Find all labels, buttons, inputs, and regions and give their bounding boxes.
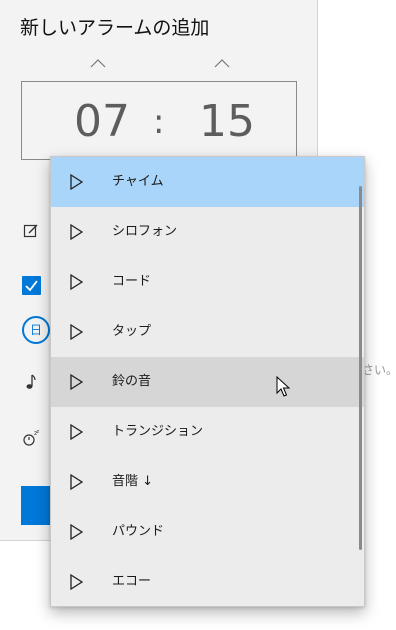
sound-option-label: タップ <box>112 324 152 339</box>
time-picker[interactable]: 07 : 15 <box>21 81 297 160</box>
day-chip-sunday[interactable]: 日 <box>22 316 50 344</box>
minute-up-chevron-icon[interactable] <box>214 58 230 68</box>
dropdown-scrollbar[interactable] <box>359 186 362 550</box>
hour-value[interactable]: 07 <box>74 96 130 147</box>
repeat-checkbox[interactable] <box>22 276 41 295</box>
snooze-icon: z z <box>23 429 40 446</box>
play-icon[interactable] <box>69 524 83 540</box>
mouse-cursor-icon <box>276 376 290 397</box>
sound-option[interactable]: パウンド <box>51 507 364 557</box>
play-icon[interactable] <box>69 474 83 490</box>
sound-option-label: エコー <box>112 574 152 589</box>
edit-icon <box>23 224 38 238</box>
svg-text:z: z <box>37 429 40 435</box>
sound-option[interactable]: タップ <box>51 307 364 357</box>
sound-option[interactable]: チャイム <box>51 157 364 207</box>
sound-option-label: トランジション <box>112 424 204 439</box>
play-icon[interactable] <box>69 574 83 590</box>
save-button[interactable] <box>21 486 51 525</box>
music-note-icon <box>26 374 36 389</box>
sound-option[interactable]: コード <box>51 257 364 307</box>
minute-value[interactable]: 15 <box>199 96 255 147</box>
play-icon[interactable] <box>69 324 83 340</box>
dialog-title: 新しいアラームの追加 <box>20 17 210 39</box>
play-icon[interactable] <box>69 374 83 390</box>
alarm-sound-dropdown[interactable]: チャイムシロフォンコードタップ鈴の音トランジション 音階 ↓ パウンドエコー <box>50 156 365 607</box>
time-separator: : <box>153 102 165 142</box>
sound-option-label: シロフォン <box>112 224 178 239</box>
play-icon[interactable] <box>69 224 83 240</box>
play-icon[interactable] <box>69 174 83 190</box>
partial-hint-text: さい。 <box>362 363 396 377</box>
checkmark-icon <box>25 280 38 292</box>
sound-option[interactable]: 鈴の音 <box>51 357 364 407</box>
sound-option-label: 音階 ↓ <box>112 474 154 489</box>
sound-option-label: コード <box>112 274 152 289</box>
sound-option-label: 鈴の音 <box>112 374 152 389</box>
sound-list: チャイムシロフォンコードタップ鈴の音トランジション 音階 ↓ パウンドエコー <box>51 157 364 606</box>
sound-option[interactable]: エコー <box>51 557 364 606</box>
sound-option-label: パウンド <box>112 524 165 539</box>
play-icon[interactable] <box>69 274 83 290</box>
sound-option[interactable]: シロフォン <box>51 207 364 257</box>
sound-option[interactable]: 音階 ↓ <box>51 457 364 507</box>
play-icon[interactable] <box>69 424 83 440</box>
sound-option[interactable]: トランジション <box>51 407 364 457</box>
hour-up-chevron-icon[interactable] <box>90 58 106 68</box>
sound-option-label: チャイム <box>112 174 164 189</box>
